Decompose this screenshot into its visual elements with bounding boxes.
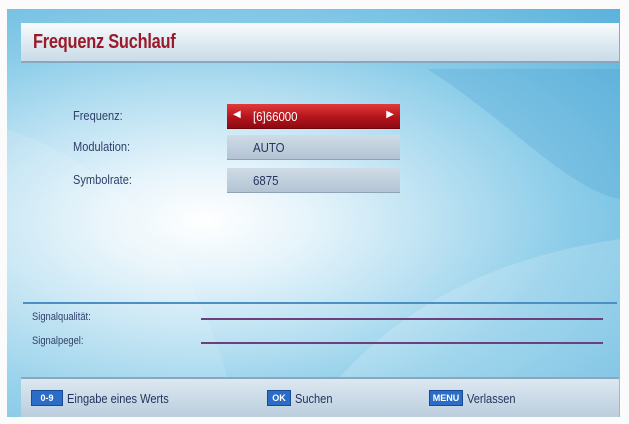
modulation-value: AUTO xyxy=(253,140,285,155)
symbolrate-label: Symbolrate: xyxy=(73,172,132,187)
footer-item-exit[interactable]: MENU Verlassen xyxy=(429,390,524,406)
symbolrate-value: 6875 xyxy=(253,173,279,188)
ok-key-icon[interactable]: OK xyxy=(267,390,291,406)
footer-label-search: Suchen xyxy=(295,390,333,406)
frequency-label: Frequenz: xyxy=(73,108,123,123)
title-bar: Frequenz Suchlauf xyxy=(21,23,619,63)
modulation-label: Modulation: xyxy=(73,139,131,154)
page-title: Frequenz Suchlauf xyxy=(33,31,176,53)
signal-level-bar xyxy=(201,342,603,344)
number-keys-icon[interactable]: 0-9 xyxy=(31,390,63,406)
signal-level-label: Signalpegel: xyxy=(32,335,84,347)
modulation-field[interactable]: AUTO xyxy=(227,135,400,160)
footer-item-search[interactable]: OK Suchen xyxy=(267,390,339,406)
arrow-left-icon[interactable]: ◀ xyxy=(233,109,241,120)
frequency-field[interactable]: ◀ [6]66000 ▶ xyxy=(227,104,400,129)
signal-quality-bar xyxy=(201,318,603,320)
footer-label-enter-value: Eingabe eines Werts xyxy=(67,390,169,406)
footer-bar: 0-9 Eingabe eines Werts OK Suchen MENU V… xyxy=(21,377,619,417)
signal-quality-label: Signalqualität: xyxy=(32,311,91,323)
footer-item-enter-value[interactable]: 0-9 Eingabe eines Werts xyxy=(31,390,187,406)
tv-screen: Frequenz Suchlauf Frequenz: ◀ [6]66000 ▶… xyxy=(7,9,620,417)
footer-label-exit: Verlassen xyxy=(467,390,516,406)
frequency-value: [6]66000 xyxy=(253,109,298,124)
symbolrate-field[interactable]: 6875 xyxy=(227,168,400,193)
arrow-right-icon[interactable]: ▶ xyxy=(386,109,394,120)
separator-line xyxy=(23,302,617,304)
background-swoosh xyxy=(7,69,620,417)
menu-key-icon[interactable]: MENU xyxy=(429,390,463,406)
